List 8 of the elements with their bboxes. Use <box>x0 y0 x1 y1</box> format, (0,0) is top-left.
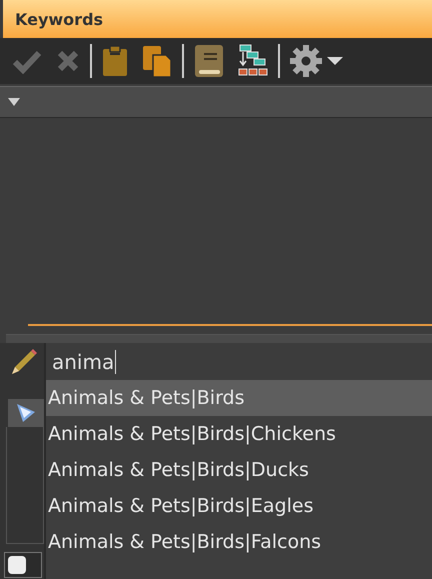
suggestion-item[interactable]: Animals & Pets|Birds <box>46 380 432 416</box>
suggestion-item[interactable]: Animals & Pets|Birds|Falcons <box>46 524 432 560</box>
suggestion-item[interactable]: Animals & Pets|Birds|Ducks <box>46 452 432 488</box>
suggestion-item[interactable]: Animals & Pets|Birds|Eagles <box>46 488 432 524</box>
dropdown-caret-icon[interactable] <box>8 98 20 106</box>
panel-title: Keywords <box>15 10 104 28</box>
suggestion-item[interactable]: Animals & Pets|Birds|Chickens <box>46 416 432 452</box>
checkbox[interactable] <box>8 556 26 574</box>
